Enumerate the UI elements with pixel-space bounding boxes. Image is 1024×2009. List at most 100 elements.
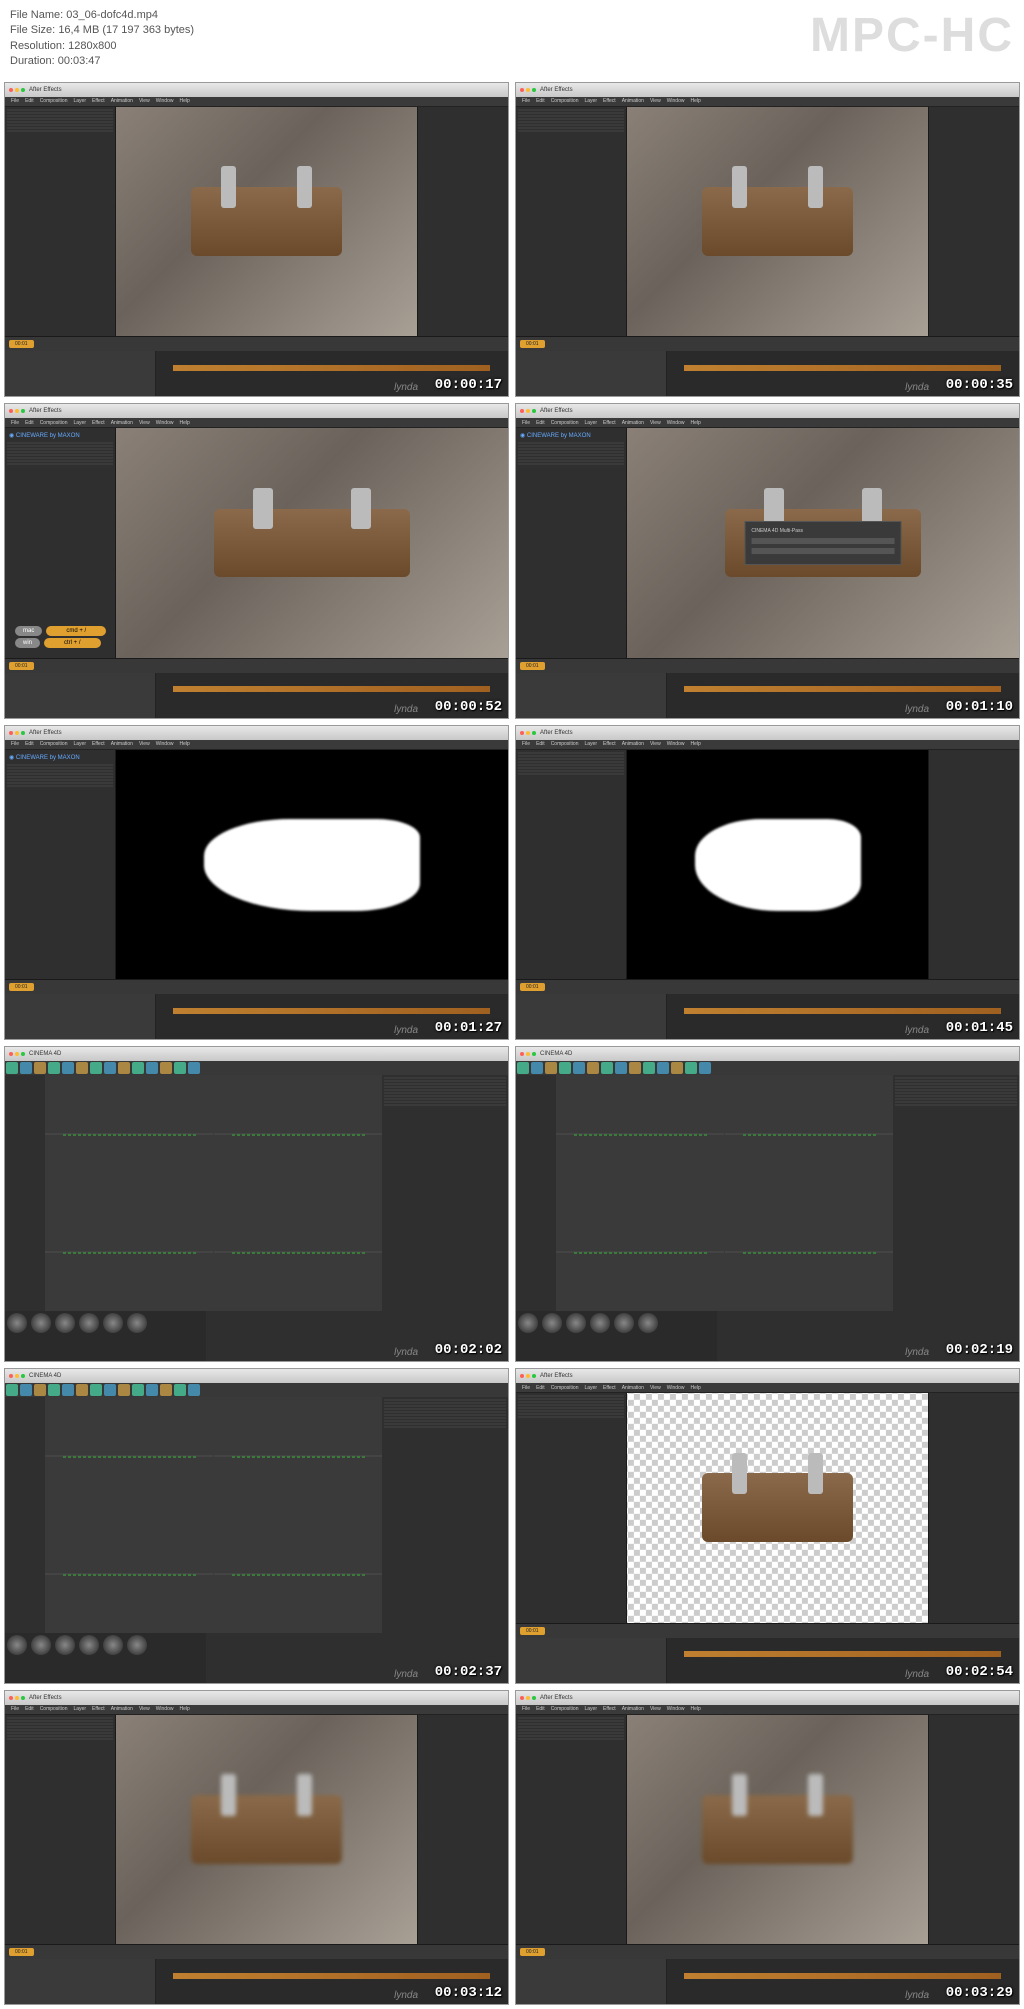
panel-row[interactable]: [518, 767, 624, 769]
panel-row[interactable]: [518, 1416, 624, 1418]
panel-row[interactable]: [7, 451, 113, 453]
panel-row[interactable]: [518, 1395, 624, 1397]
menu-item[interactable]: Effect: [603, 741, 616, 747]
c4d-viewport[interactable]: [45, 1075, 382, 1311]
menu-item[interactable]: Layer: [584, 1385, 597, 1391]
menu-item[interactable]: File: [522, 420, 530, 426]
toolbar-button[interactable]: [629, 1062, 641, 1074]
toolbar-button[interactable]: [104, 1062, 116, 1074]
toolbar-button[interactable]: [76, 1062, 88, 1074]
object-row[interactable]: [384, 1414, 506, 1416]
minimize-icon[interactable]: [526, 1696, 530, 1700]
menu-item[interactable]: View: [139, 741, 150, 747]
close-icon[interactable]: [9, 1374, 13, 1378]
object-row[interactable]: [384, 1420, 506, 1422]
material-swatch[interactable]: [566, 1313, 586, 1333]
panel-row[interactable]: [7, 779, 113, 781]
panel-row[interactable]: [518, 1407, 624, 1409]
object-manager[interactable]: [893, 1075, 1019, 1311]
panel-row[interactable]: [7, 1717, 113, 1719]
panel-row[interactable]: [7, 1720, 113, 1722]
project-panel[interactable]: [516, 750, 627, 980]
work-area-bar[interactable]: [684, 1973, 1001, 1979]
menu-item[interactable]: Animation: [622, 741, 644, 747]
panel-row[interactable]: [7, 112, 113, 114]
menu-bar[interactable]: FileEditCompositionLayerEffectAnimationV…: [516, 418, 1019, 428]
layer-list[interactable]: [516, 351, 667, 396]
menu-item[interactable]: Window: [667, 1385, 685, 1391]
material-manager[interactable]: [5, 1311, 206, 1361]
object-manager[interactable]: [382, 1075, 508, 1311]
tool-palette[interactable]: [5, 1075, 45, 1311]
panel-row[interactable]: [7, 118, 113, 120]
object-row[interactable]: [384, 1086, 506, 1088]
close-icon[interactable]: [520, 1052, 524, 1056]
panel-row[interactable]: [518, 1735, 624, 1737]
project-panel[interactable]: [516, 107, 627, 337]
object-row[interactable]: [384, 1423, 506, 1425]
toolbar-button[interactable]: [587, 1062, 599, 1074]
panel-row[interactable]: [7, 115, 113, 117]
object-row[interactable]: [384, 1089, 506, 1091]
maximize-icon[interactable]: [532, 88, 536, 92]
menu-item[interactable]: Effect: [603, 98, 616, 104]
front-view[interactable]: [45, 1573, 213, 1575]
perspective-view[interactable]: [556, 1133, 724, 1135]
top-view[interactable]: [214, 1133, 382, 1135]
minimize-icon[interactable]: [526, 409, 530, 413]
panel-row[interactable]: [7, 463, 113, 465]
video-thumbnail[interactable]: After Effects FileEditCompositionLayerEf…: [515, 1368, 1020, 1684]
panel-row[interactable]: [518, 127, 624, 129]
close-icon[interactable]: [9, 1696, 13, 1700]
menu-item[interactable]: Animation: [111, 98, 133, 104]
menu-item[interactable]: File: [11, 1706, 19, 1712]
toolbar-button[interactable]: [188, 1384, 200, 1396]
layer-list[interactable]: [516, 1959, 667, 2004]
toolbar-button[interactable]: [517, 1062, 529, 1074]
panel-row[interactable]: [518, 1729, 624, 1731]
panel-row[interactable]: [518, 752, 624, 754]
close-icon[interactable]: [9, 409, 13, 413]
panel-row[interactable]: [7, 764, 113, 766]
panel-row[interactable]: [7, 1729, 113, 1731]
panel-row[interactable]: [518, 124, 624, 126]
menu-item[interactable]: Effect: [603, 420, 616, 426]
info-panel[interactable]: [417, 107, 508, 337]
timeline-panel[interactable]: 00:01: [516, 658, 1019, 718]
panel-row[interactable]: [518, 1413, 624, 1415]
menu-item[interactable]: Edit: [25, 741, 34, 747]
panel-row[interactable]: [7, 767, 113, 769]
work-area-bar[interactable]: [684, 365, 1001, 371]
info-panel[interactable]: [928, 1715, 1019, 1945]
composition-viewer[interactable]: CINEMA 4D Multi-Pass: [627, 428, 1019, 658]
object-row[interactable]: [384, 1408, 506, 1410]
toolbar-button[interactable]: [132, 1062, 144, 1074]
material-swatch[interactable]: [614, 1313, 634, 1333]
object-row[interactable]: [895, 1077, 1017, 1079]
menu-item[interactable]: Edit: [536, 420, 545, 426]
video-thumbnail[interactable]: After Effects FileEditCompositionLayerEf…: [515, 725, 1020, 1041]
object-row[interactable]: [384, 1077, 506, 1079]
maximize-icon[interactable]: [532, 731, 536, 735]
toolbar-button[interactable]: [160, 1384, 172, 1396]
material-swatch[interactable]: [7, 1635, 27, 1655]
maximize-icon[interactable]: [21, 731, 25, 735]
menu-item[interactable]: Layer: [584, 420, 597, 426]
menu-item[interactable]: File: [11, 741, 19, 747]
video-thumbnail[interactable]: CINEMA 4D lynda00:02:37: [4, 1368, 509, 1684]
panel-row[interactable]: [518, 773, 624, 775]
toolbar-button[interactable]: [48, 1062, 60, 1074]
toolbar-button[interactable]: [76, 1384, 88, 1396]
menu-item[interactable]: Help: [179, 741, 189, 747]
panel-row[interactable]: [518, 770, 624, 772]
menu-item[interactable]: Layer: [73, 420, 86, 426]
minimize-icon[interactable]: [15, 409, 19, 413]
timeline-panel[interactable]: 00:01: [5, 979, 508, 1039]
panel-row[interactable]: [7, 130, 113, 132]
menu-item[interactable]: View: [650, 741, 661, 747]
menu-item[interactable]: Layer: [584, 1706, 597, 1712]
menu-item[interactable]: Effect: [603, 1706, 616, 1712]
menu-item[interactable]: Animation: [622, 1385, 644, 1391]
close-icon[interactable]: [520, 88, 524, 92]
menu-item[interactable]: Layer: [73, 1706, 86, 1712]
